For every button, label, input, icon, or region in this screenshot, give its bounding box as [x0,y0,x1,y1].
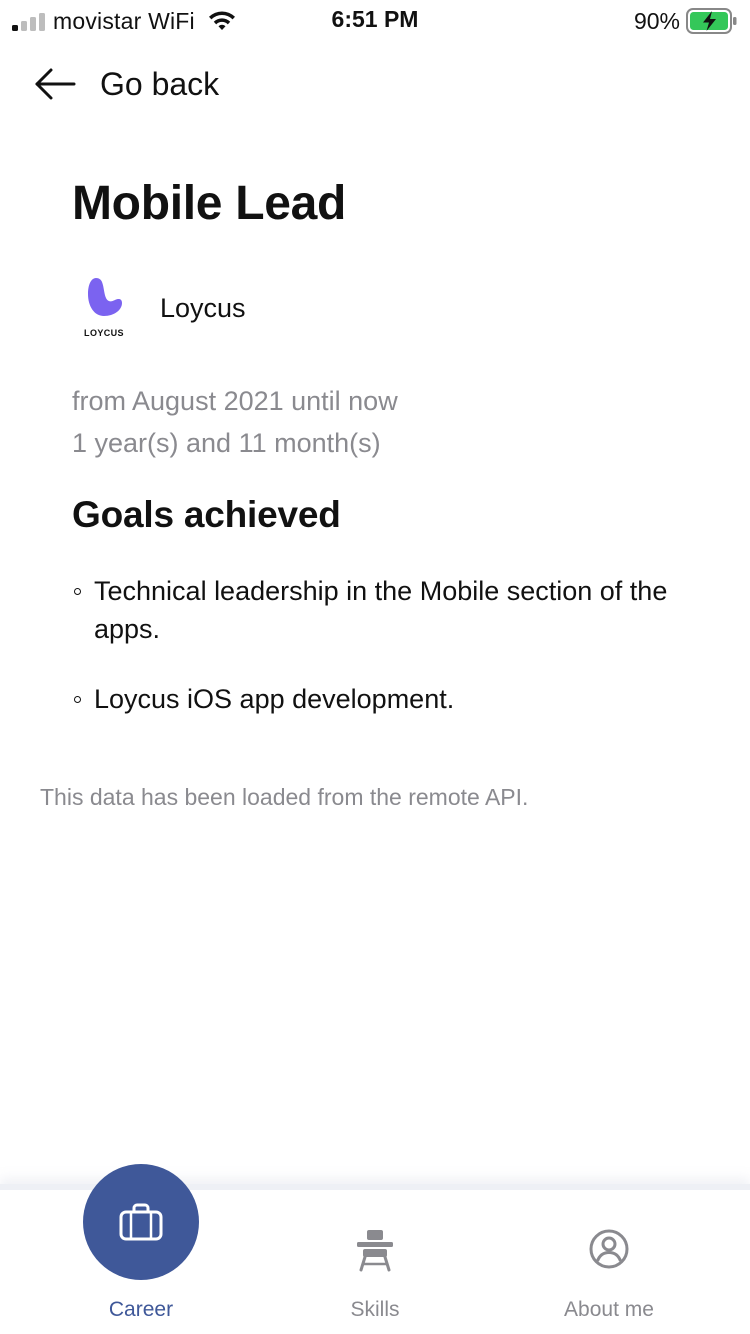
tab-label-about-me: About me [564,1298,654,1321]
goal-item: Loycus iOS app development. [72,680,682,718]
tab-career[interactable]: Career [16,1164,266,1334]
goals-heading: Goals achieved [72,494,341,535]
goal-text: Technical leadership in the Mobile secti… [94,576,668,644]
tab-about-me[interactable]: About me [484,1190,734,1334]
goal-text: Loycus iOS app development. [94,684,455,714]
battery-percentage: 90% [633,7,680,34]
period-duration: 1 year(s) and 11 month(s) [72,428,381,458]
goal-item: Technical leadership in the Mobile secti… [72,572,682,648]
job-title: Mobile Lead [72,177,347,230]
go-back-button[interactable]: Go back [34,62,219,106]
company-row: LOYCUS Loycus [78,276,246,340]
user-circle-icon [589,1229,629,1269]
battery-group: 90% [634,6,738,36]
battery-charging-icon [686,8,737,34]
tab-skills[interactable]: Skills [250,1190,500,1334]
api-source-note: This data has been loaded from the remot… [40,784,529,810]
goals-list: Technical leadership in the Mobile secti… [72,572,682,750]
loycus-logo-icon [88,278,122,316]
go-back-label: Go back [100,65,220,102]
active-tab-indicator [83,1164,199,1280]
desk-icon [357,1230,393,1272]
bottom-tab-bar: Career Skills About me [0,1164,750,1334]
period-range: from August 2021 until now [72,386,398,416]
tab-label-skills: Skills [350,1298,400,1321]
briefcase-icon [119,1203,163,1241]
tab-label-career: Career [108,1298,174,1321]
app-screen: movistar WiFi 6:51 PM 90% Go back Mobile… [0,0,750,1334]
employment-period: from August 2021 until now 1 year(s) and… [72,380,398,464]
company-logo: LOYCUS [78,276,130,340]
status-bar: movistar WiFi 6:51 PM 90% [0,0,750,40]
company-logo-text: LOYCUS [84,328,124,338]
company-name: Loycus [160,292,246,323]
bullet-icon [74,696,81,703]
arrow-left-icon [35,68,76,100]
bullet-icon [74,588,81,595]
